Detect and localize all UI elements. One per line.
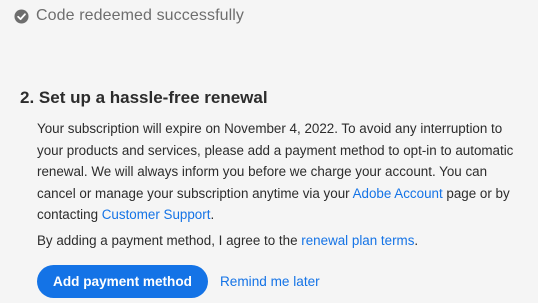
- adobe-account-link[interactable]: Adobe Account: [353, 186, 443, 201]
- renewal-agreement: By adding a payment method, I agree to t…: [37, 230, 418, 252]
- customer-support-link[interactable]: Customer Support: [102, 207, 211, 222]
- renewal-description: Your subscription will expire on Novembe…: [37, 118, 525, 226]
- add-payment-method-button[interactable]: Add payment method: [37, 265, 208, 298]
- agreement-text: By adding a payment method, I agree to t…: [37, 233, 302, 248]
- renewal-plan-terms-link[interactable]: renewal plan terms: [301, 233, 414, 248]
- status-message: Code redeemed successfully: [36, 7, 245, 24]
- remind-me-later-button[interactable]: Remind me later: [220, 274, 320, 289]
- renewal-actions: Add payment method Remind me later: [37, 265, 320, 298]
- renewal-heading: 2. Set up a hassle-free renewal: [20, 88, 268, 107]
- agreement-end: .: [414, 233, 419, 248]
- redeem-status: Code redeemed successfully: [14, 7, 244, 25]
- check-circle-icon: [14, 8, 29, 24]
- renewal-description-end: .: [210, 207, 215, 223]
